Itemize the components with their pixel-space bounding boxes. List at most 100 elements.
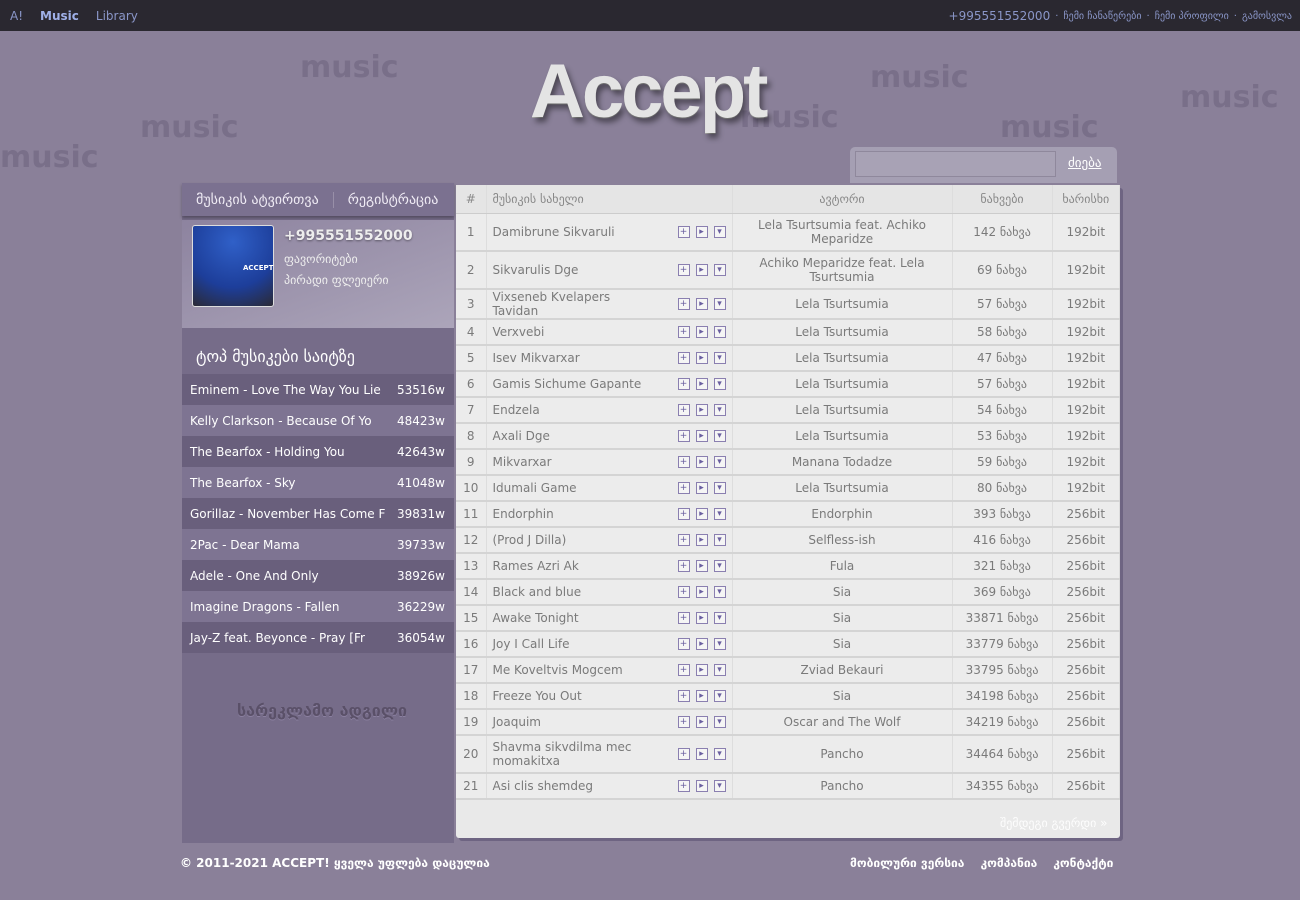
download-icon[interactable]: ▾: [713, 326, 726, 338]
table-row[interactable]: 1 Damibrune Sikvaruli + ▸ ▾ Lela Tsurtsumi…: [456, 213, 1120, 252]
play-icon[interactable]: ▸: [695, 430, 708, 442]
table-row[interactable]: 21 Asi clis shemdeg + ▸ ▾ Pancho 34355 ნახ…: [456, 773, 1120, 800]
top-song-item[interactable]: Adele - One And Only 38926w: [182, 560, 454, 591]
register-link[interactable]: რეგისტრაცია: [334, 192, 453, 208]
add-icon[interactable]: +: [677, 780, 690, 792]
song-author[interactable]: Oscar and The Wolf: [732, 709, 953, 736]
table-row[interactable]: 16 Joy I Call Life + ▸ ▾ Sia 33779 ნახვა 2…: [456, 631, 1120, 658]
song-name[interactable]: (Prod J Dilla): [493, 533, 567, 547]
download-icon[interactable]: ▾: [713, 482, 726, 494]
contact-link[interactable]: კონტაქტი: [1053, 856, 1113, 870]
play-icon[interactable]: ▸: [695, 586, 708, 598]
add-icon[interactable]: +: [677, 225, 690, 238]
top-song-item[interactable]: Gorillaz - November Has Come F 39831w: [182, 498, 454, 529]
table-row[interactable]: 14 Black and blue + ▸ ▾ Sia 369 ნახვა 256b…: [456, 579, 1120, 606]
search-button[interactable]: ძიება: [1068, 156, 1101, 171]
song-name[interactable]: Gamis Sichume Gapante: [493, 377, 642, 391]
download-icon[interactable]: ▾: [713, 298, 726, 310]
song-name[interactable]: Damibrune Sikvaruli: [493, 225, 615, 239]
table-row[interactable]: 13 Rames Azri Ak + ▸ ▾ Fula 321 ნახვა 256b…: [456, 553, 1120, 580]
song-name[interactable]: Freeze You Out: [493, 689, 582, 703]
nav-home[interactable]: A!: [10, 9, 23, 23]
play-icon[interactable]: ▸: [695, 326, 708, 338]
song-author[interactable]: Lela Tsurtsumia: [732, 371, 953, 398]
play-icon[interactable]: ▸: [695, 560, 708, 572]
song-name[interactable]: Isev Mikvarxar: [493, 351, 580, 365]
song-name[interactable]: Awake Tonight: [493, 611, 579, 625]
song-name[interactable]: Verxvebi: [493, 325, 545, 339]
add-icon[interactable]: +: [677, 264, 690, 276]
add-icon[interactable]: +: [677, 298, 690, 310]
download-icon[interactable]: ▾: [713, 456, 726, 468]
download-icon[interactable]: ▾: [713, 612, 726, 624]
search-input[interactable]: [855, 151, 1056, 177]
table-row[interactable]: 17 Me Koveltvis Mogcem + ▸ ▾ Zviad Bekauri…: [456, 657, 1120, 684]
mobile-version-link[interactable]: მობილური ვერსია: [850, 856, 964, 870]
table-row[interactable]: 20 Shavma sikvdilma mec momakitxa + ▸ ▾ Pa…: [456, 735, 1120, 774]
download-icon[interactable]: ▾: [713, 638, 726, 650]
nav-library[interactable]: Library: [96, 9, 138, 23]
user-phone-link[interactable]: +995551552000: [949, 9, 1051, 23]
song-author[interactable]: Sia: [732, 579, 953, 606]
add-icon[interactable]: +: [677, 430, 690, 442]
play-icon[interactable]: ▸: [695, 456, 708, 468]
song-name[interactable]: Rames Azri Ak: [493, 559, 579, 573]
song-author[interactable]: Lela Tsurtsumia: [732, 423, 953, 450]
song-name[interactable]: Vixseneb Kvelapers Tavidan: [493, 290, 653, 318]
add-icon[interactable]: +: [677, 612, 690, 624]
song-author[interactable]: Achiko Meparidze feat. Lela Tsurtsumia: [732, 251, 953, 290]
play-icon[interactable]: ▸: [695, 298, 708, 310]
song-author[interactable]: Pancho: [732, 735, 953, 774]
table-row[interactable]: 4 Verxvebi + ▸ ▾ Lela Tsurtsumia 58 ნახვა …: [456, 319, 1120, 346]
song-author[interactable]: Endorphin: [732, 501, 953, 528]
profile-phone[interactable]: +995551552000: [284, 228, 413, 244]
add-icon[interactable]: +: [677, 326, 690, 338]
add-icon[interactable]: +: [677, 690, 690, 702]
play-icon[interactable]: ▸: [695, 612, 708, 624]
play-icon[interactable]: ▸: [695, 534, 708, 546]
song-author[interactable]: Lela Tsurtsumia feat. Achiko Meparidze: [732, 213, 953, 252]
play-icon[interactable]: ▸: [695, 638, 708, 650]
song-name[interactable]: Idumali Game: [493, 481, 577, 495]
song-author[interactable]: Sia: [732, 605, 953, 632]
download-icon[interactable]: ▾: [713, 404, 726, 416]
top-song-item[interactable]: Imagine Dragons - Fallen 36229w: [182, 591, 454, 622]
song-author[interactable]: Lela Tsurtsumia: [732, 475, 953, 502]
add-icon[interactable]: +: [677, 404, 690, 416]
download-icon[interactable]: ▾: [713, 225, 726, 238]
company-link[interactable]: კომპანია: [980, 856, 1037, 870]
play-icon[interactable]: ▸: [695, 264, 708, 276]
song-name[interactable]: Me Koveltvis Mogcem: [493, 663, 623, 677]
play-icon[interactable]: ▸: [695, 352, 708, 364]
download-icon[interactable]: ▾: [713, 560, 726, 572]
add-icon[interactable]: +: [677, 378, 690, 390]
nav-music[interactable]: Music: [40, 9, 79, 23]
add-icon[interactable]: +: [677, 748, 690, 760]
table-row[interactable]: 5 Isev Mikvarxar + ▸ ▾ Lela Tsurtsumia 47 …: [456, 345, 1120, 372]
download-icon[interactable]: ▾: [713, 780, 726, 792]
download-icon[interactable]: ▾: [713, 430, 726, 442]
personal-player-link[interactable]: პირადი ფლეიერი: [284, 273, 389, 287]
song-author[interactable]: Lela Tsurtsumia: [732, 397, 953, 424]
song-author[interactable]: Lela Tsurtsumia: [732, 345, 953, 372]
song-name[interactable]: Joy I Call Life: [493, 637, 570, 651]
table-row[interactable]: 8 Axali Dge + ▸ ▾ Lela Tsurtsumia 53 ნახვა…: [456, 423, 1120, 450]
play-icon[interactable]: ▸: [695, 508, 708, 520]
song-name[interactable]: Endzela: [493, 403, 540, 417]
add-icon[interactable]: +: [677, 560, 690, 572]
song-author[interactable]: Zviad Bekauri: [732, 657, 953, 684]
play-icon[interactable]: ▸: [695, 664, 708, 676]
song-name[interactable]: Sikvarulis Dge: [493, 263, 579, 277]
song-name[interactable]: Black and blue: [493, 585, 582, 599]
next-page-link[interactable]: შემდეგი გვერდი »: [1000, 816, 1107, 830]
download-icon[interactable]: ▾: [713, 586, 726, 598]
table-row[interactable]: 19 Joaquim + ▸ ▾ Oscar and The Wolf 34219 …: [456, 709, 1120, 736]
download-icon[interactable]: ▾: [713, 378, 726, 390]
top-song-item[interactable]: 2Pac - Dear Mama 39733w: [182, 529, 454, 560]
table-row[interactable]: 18 Freeze You Out + ▸ ▾ Sia 34198 ნახვა 25…: [456, 683, 1120, 710]
song-author[interactable]: Sia: [732, 631, 953, 658]
song-name[interactable]: Endorphin: [493, 507, 554, 521]
upload-music-link[interactable]: მუსიკის ატვირთვა: [182, 192, 333, 208]
song-author[interactable]: Pancho: [732, 773, 953, 800]
table-row[interactable]: 7 Endzela + ▸ ▾ Lela Tsurtsumia 54 ნახვა 1…: [456, 397, 1120, 424]
